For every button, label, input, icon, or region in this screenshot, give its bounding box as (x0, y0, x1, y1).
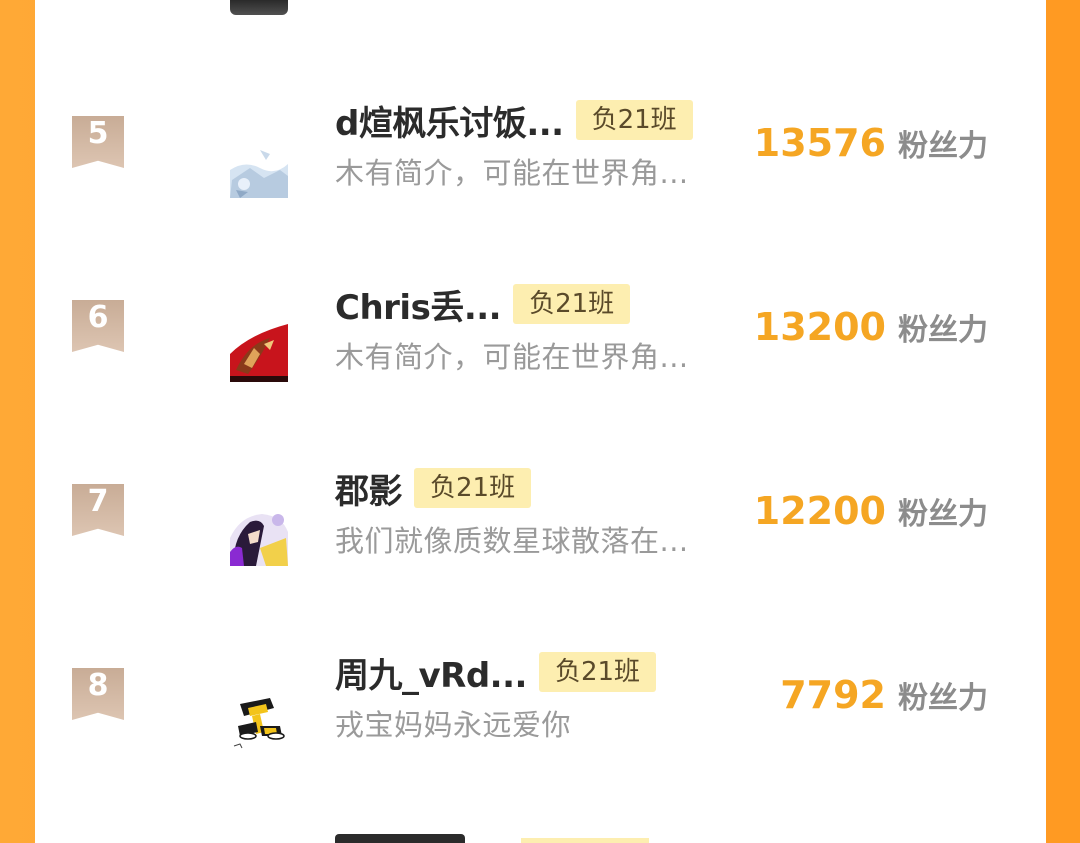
red-anime-avatar-icon (230, 324, 288, 382)
ranking-row-partial[interactable] (35, 828, 1046, 843)
class-tag: 负21班 (513, 284, 631, 324)
purple-anime-avatar-icon (230, 508, 288, 566)
user-name[interactable]: 郡影 (335, 464, 403, 513)
score-unit: 粉丝力 (898, 497, 988, 532)
score-unit: 粉丝力 (898, 681, 988, 716)
ranking-row[interactable]: 5 d煊枫乐讨饭... 负21班 木有简介，可能在世界角... 13576 粉丝… (35, 92, 1046, 276)
avatar[interactable] (230, 692, 288, 750)
rank-badge: 6 (72, 300, 124, 352)
class-tag-partial (521, 838, 649, 843)
score-value: 7792 (780, 673, 886, 717)
user-bio: 木有简介，可能在世界角... (335, 156, 689, 190)
name-line: 周九_vRd... 负21班 (335, 648, 657, 697)
snow-landscape-avatar-icon (230, 140, 288, 198)
score-value: 13200 (753, 305, 886, 349)
user-name[interactable]: Chris丢... (335, 280, 502, 329)
yellow-cartoon-avatar-icon (230, 692, 288, 750)
avatar[interactable] (230, 508, 288, 566)
ranking-row[interactable]: 6 Chris丢... 负21班 木有简介，可能在世界角... 13200 粉丝… (35, 276, 1046, 460)
ranking-row[interactable]: 7 郡影 负21班 我们就像质数星球散落在... 12200 粉丝力 (35, 460, 1046, 644)
score: 7792 粉丝力 (780, 670, 988, 720)
name-line: Chris丢... 负21班 (335, 280, 631, 329)
user-name-partial (335, 834, 465, 843)
score: 13576 粉丝力 (754, 118, 988, 168)
score-unit: 粉丝力 (898, 313, 988, 348)
user-bio: 木有简介，可能在世界角... (335, 340, 689, 374)
score-value: 13576 (753, 121, 886, 165)
user-name[interactable]: d煊枫乐讨饭... (335, 96, 564, 145)
score: 12200 粉丝力 (754, 486, 988, 536)
score-value: 12200 (753, 489, 886, 533)
class-tag: 负21班 (538, 652, 657, 692)
ranking-panel: 5 d煊枫乐讨饭... 负21班 木有简介，可能在世界角... 13576 粉丝… (35, 0, 1046, 843)
rank-badge: 7 (72, 484, 124, 536)
name-line: 郡影 负21班 (335, 464, 532, 513)
avatar[interactable] (230, 140, 288, 198)
avatar[interactable] (230, 324, 288, 382)
class-tag: 负21班 (414, 468, 532, 508)
user-bio: 我们就像质数星球散落在... (335, 524, 689, 558)
user-bio: 戎宝妈妈永远爱你 (335, 708, 572, 742)
rank-badge: 8 (72, 668, 124, 720)
class-tag: 负21班 (575, 100, 693, 140)
user-name[interactable]: 周九_vRd... (335, 648, 527, 697)
score-unit: 粉丝力 (898, 129, 988, 164)
avatar-partial[interactable] (230, 0, 288, 15)
score: 13200 粉丝力 (754, 302, 988, 352)
ranking-row[interactable]: 8 周九_vRd... 负21班 戎宝妈妈永远爱你 7792 粉丝力 (35, 644, 1046, 828)
rank-badge: 5 (72, 116, 124, 168)
name-line: d煊枫乐讨饭... 负21班 (335, 96, 693, 145)
